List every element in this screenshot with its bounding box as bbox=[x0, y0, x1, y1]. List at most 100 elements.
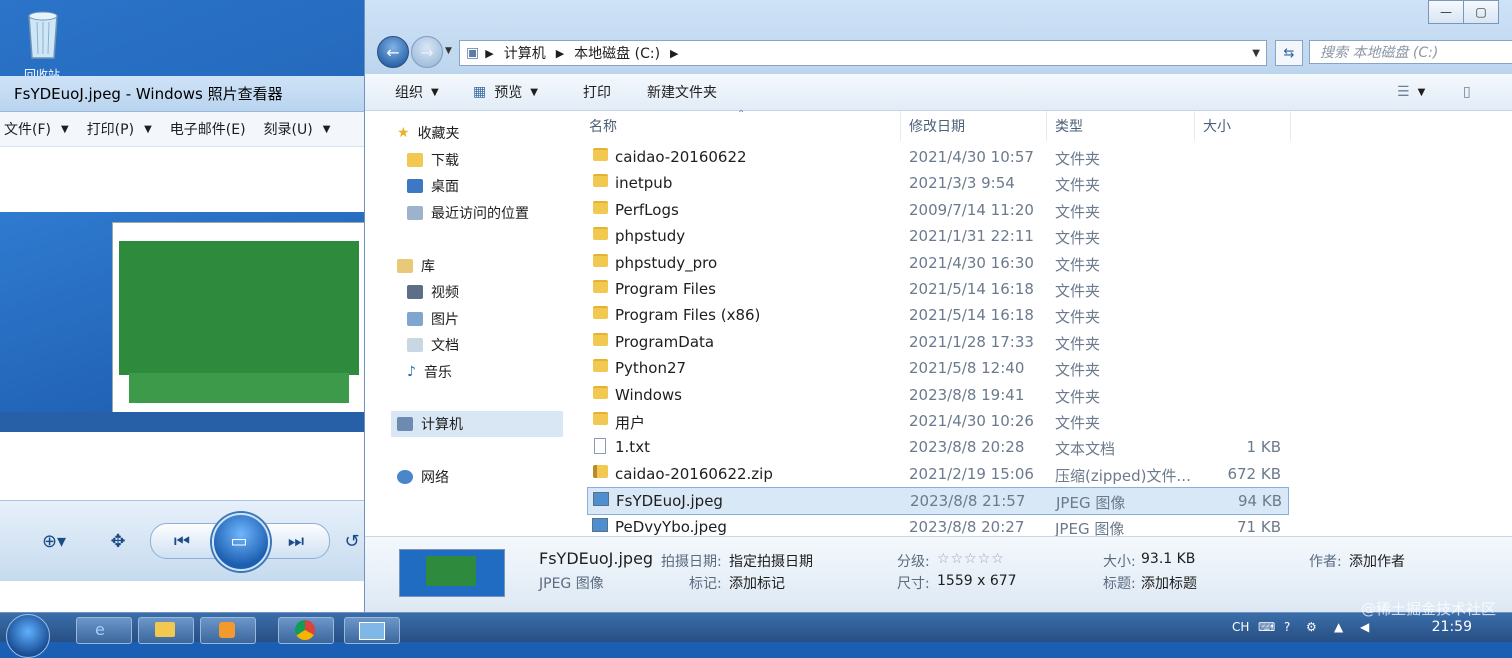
breadcrumb-computer[interactable]: 计算机 ▶ bbox=[504, 43, 564, 63]
start-button[interactable] bbox=[6, 614, 50, 658]
date-value[interactable]: 指定拍摄日期 bbox=[729, 551, 813, 571]
file-row[interactable]: 1.txt 2023/8/8 20:28 文本文档 1 KB bbox=[587, 434, 1287, 460]
taskbar-media[interactable] bbox=[200, 617, 256, 644]
next-icon[interactable]: ⏭ bbox=[282, 529, 310, 553]
file-row[interactable]: Program Files (x86) 2021/5/14 16:18 文件夹 bbox=[587, 302, 1287, 328]
network-icon bbox=[397, 470, 413, 484]
nav-music[interactable]: ♪ 音乐 bbox=[407, 362, 452, 382]
print-button[interactable]: 打印 bbox=[583, 82, 611, 102]
zoom-icon[interactable]: ⊕▾ bbox=[34, 529, 74, 553]
settings-icon[interactable]: ⚙ bbox=[1306, 620, 1317, 634]
taskbar-explorer[interactable] bbox=[138, 617, 194, 644]
sort-ascending-icon: ⌃ bbox=[737, 109, 746, 120]
solitaire-screenshot bbox=[112, 222, 364, 416]
menu-email[interactable]: 电子邮件(E) bbox=[170, 119, 246, 139]
chevron-down-icon: ▼ bbox=[60, 123, 69, 135]
address-bar[interactable]: ▣ ▶ 计算机 ▶ 本地磁盘 (C:) ▶ ▼ bbox=[459, 40, 1267, 66]
file-row[interactable]: 用户 2021/4/30 10:26 文件夹 bbox=[587, 408, 1287, 434]
volume-icon[interactable]: ◀ bbox=[1360, 620, 1369, 634]
tags-value[interactable]: 添加标记 bbox=[729, 573, 785, 593]
nav-documents[interactable]: 文档 bbox=[407, 335, 459, 355]
menu-burn[interactable]: 刻录(U) ▼ bbox=[264, 119, 331, 139]
internet-explorer-icon: e bbox=[95, 620, 105, 639]
previous-icon[interactable]: ⏮ bbox=[168, 529, 196, 553]
dims-value: 1559 x 677 bbox=[937, 573, 1017, 589]
rotate-icon[interactable]: ↺ bbox=[340, 529, 364, 553]
file-row[interactable]: caidao-20160622 2021/4/30 10:57 文件夹 bbox=[587, 144, 1287, 170]
file-type: 文本文档 bbox=[1055, 440, 1116, 459]
menu-print[interactable]: 打印(P) ▼ bbox=[87, 119, 152, 139]
new-folder-button[interactable]: 新建文件夹 bbox=[647, 82, 717, 102]
rating-stars[interactable]: ☆☆☆☆☆ bbox=[937, 551, 1005, 567]
author-value[interactable]: 添加作者 bbox=[1349, 551, 1405, 571]
history-dropdown-icon[interactable]: ▼ bbox=[445, 46, 452, 56]
keyboard-icon[interactable]: ⌨ bbox=[1258, 620, 1275, 634]
taskbar-ie[interactable]: e bbox=[76, 617, 132, 644]
nav-desktop[interactable]: 桌面 bbox=[407, 176, 459, 196]
organize-button[interactable]: 组织 ▼ bbox=[395, 82, 439, 102]
file-name: Windows bbox=[615, 385, 682, 404]
file-name: caidao-20160622 bbox=[615, 148, 747, 166]
chevron-right-icon: ▶ bbox=[670, 46, 679, 60]
nav-downloads[interactable]: 下载 bbox=[407, 150, 459, 170]
column-size[interactable]: 大小 bbox=[1195, 111, 1291, 141]
column-modified[interactable]: 修改日期 bbox=[901, 111, 1047, 141]
help-icon[interactable]: ? bbox=[1284, 620, 1290, 634]
nav-videos[interactable]: 视频 bbox=[407, 282, 459, 302]
refresh-button[interactable]: ⇆ bbox=[1275, 40, 1303, 66]
column-type[interactable]: 类型 bbox=[1047, 111, 1195, 141]
nav-libraries[interactable]: 库 bbox=[397, 256, 435, 276]
menu-file-label: 文件(F) bbox=[4, 122, 51, 138]
maximize-button[interactable]: ▢ bbox=[1463, 0, 1499, 24]
preview-pane-button[interactable]: ▯ bbox=[1463, 84, 1471, 100]
breadcrumb-local-disk[interactable]: 本地磁盘 (C:) ▶ bbox=[574, 43, 678, 63]
column-name[interactable]: 名称 bbox=[567, 111, 901, 141]
file-name: Program Files bbox=[615, 280, 716, 298]
title-value[interactable]: 添加标题 bbox=[1141, 573, 1197, 593]
show-hidden-icon[interactable]: ▲ bbox=[1334, 620, 1343, 634]
file-row[interactable]: Windows 2023/8/8 19:41 文件夹 bbox=[587, 382, 1287, 408]
forward-button[interactable]: → bbox=[411, 36, 443, 68]
file-type: 文件夹 bbox=[1055, 414, 1101, 432]
recycle-bin[interactable]: 回收站 bbox=[18, 6, 68, 82]
nav-computer[interactable]: 计算机 bbox=[391, 411, 563, 437]
language-indicator[interactable]: CH bbox=[1232, 620, 1249, 634]
taskbar-chrome[interactable] bbox=[278, 617, 334, 644]
preview-button[interactable]: ▦ 预览 ▼ bbox=[473, 82, 538, 102]
file-date: 2021/4/30 16:30 bbox=[909, 253, 1034, 272]
view-list-icon: ☰ bbox=[1397, 84, 1410, 100]
file-row[interactable]: Python27 2021/5/8 12:40 文件夹 bbox=[587, 355, 1287, 381]
file-date: 2021/5/14 16:18 bbox=[909, 306, 1034, 325]
clock[interactable]: 21:59 bbox=[1432, 619, 1472, 635]
file-row[interactable]: ProgramData 2021/1/28 17:33 文件夹 bbox=[587, 329, 1287, 355]
taskbar-photo-viewer[interactable] bbox=[344, 617, 400, 644]
nav-network[interactable]: 网络 bbox=[397, 467, 449, 487]
folder-icon bbox=[155, 622, 175, 637]
folder-icon bbox=[593, 200, 608, 214]
file-thumbnail bbox=[399, 549, 505, 597]
menu-file[interactable]: 文件(F) ▼ bbox=[4, 119, 69, 139]
minimize-button[interactable]: — bbox=[1428, 0, 1464, 24]
view-options-button[interactable]: ☰ ▼ bbox=[1397, 84, 1425, 100]
address-dropdown-icon[interactable]: ▼ bbox=[1252, 48, 1260, 59]
nav-music-label: 音乐 bbox=[423, 365, 452, 381]
nav-pictures[interactable]: 图片 bbox=[407, 309, 459, 329]
arrow-right-icon: → bbox=[420, 42, 434, 62]
print-label: 打印 bbox=[583, 85, 611, 101]
file-row[interactable]: phpstudy 2021/1/31 22:11 文件夹 bbox=[587, 223, 1287, 249]
actual-size-icon[interactable]: ✥ bbox=[104, 529, 132, 553]
nav-recent[interactable]: 最近访问的位置 bbox=[407, 203, 529, 223]
file-row[interactable]: PerfLogs 2009/7/14 11:20 文件夹 bbox=[587, 197, 1287, 223]
file-row[interactable]: phpstudy_pro 2021/4/30 16:30 文件夹 bbox=[587, 250, 1287, 276]
file-row[interactable]: FsYDEuoJ.jpeg 2023/8/8 21:57 JPEG 图像 94 KB bbox=[587, 487, 1289, 516]
search-input[interactable]: 搜索 本地磁盘 (C:) bbox=[1309, 40, 1512, 64]
command-bar: 组织 ▼ ▦ 预览 ▼ 打印 新建文件夹 ☰ ▼ ▯ bbox=[365, 74, 1512, 111]
file-row[interactable]: Program Files 2021/5/14 16:18 文件夹 bbox=[587, 276, 1287, 302]
file-row[interactable]: caidao-20160622.zip 2021/2/19 15:06 压缩(zip… bbox=[587, 461, 1287, 487]
back-button[interactable]: ← bbox=[377, 36, 409, 68]
file-row[interactable]: inetpub 2021/3/3 9:54 文件夹 bbox=[587, 170, 1287, 196]
refresh-icon: ⇆ bbox=[1283, 45, 1295, 61]
file-type: 文件夹 bbox=[1055, 255, 1101, 274]
nav-favorites[interactable]: ★ 收藏夹 bbox=[397, 123, 460, 143]
star-icon: ★ bbox=[397, 125, 410, 141]
